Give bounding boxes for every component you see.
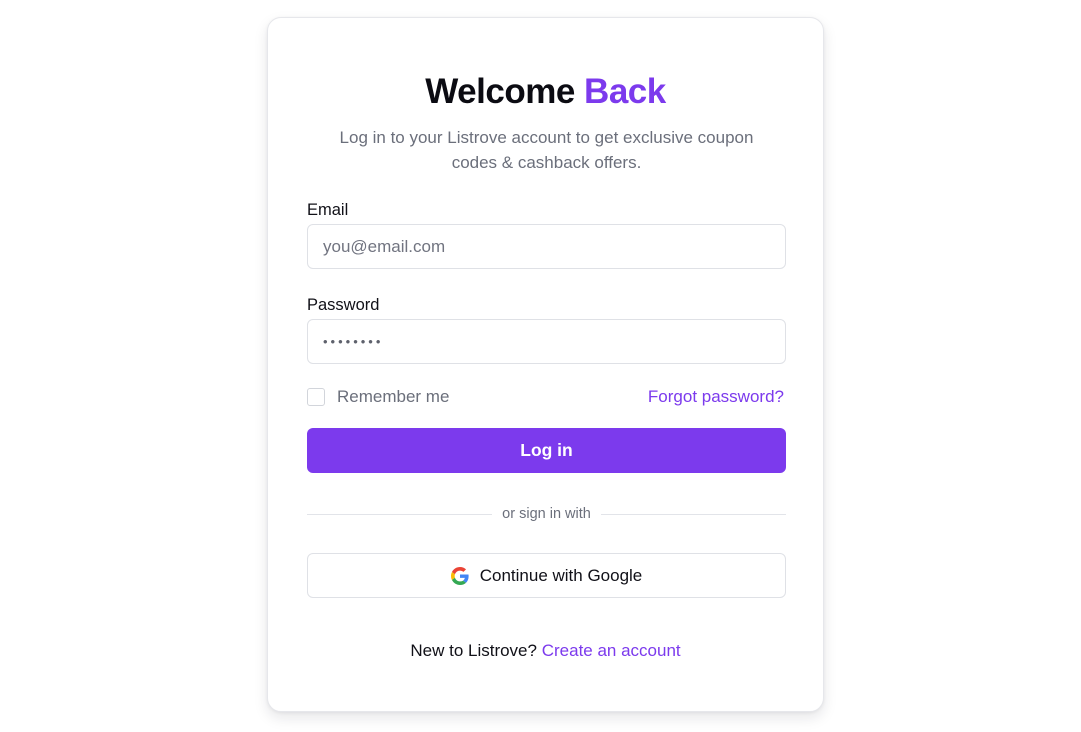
email-placeholder: you@email.com — [323, 236, 446, 256]
remember-checkbox[interactable] — [307, 388, 325, 406]
password-label: Password — [307, 296, 380, 314]
login-button[interactable]: Log in — [307, 428, 786, 473]
title-accent: Back — [584, 72, 666, 111]
title-main: Welcome — [425, 72, 575, 111]
email-field[interactable]: you@email.com — [307, 224, 786, 269]
sign-in-divider: or sign in with — [307, 503, 786, 525]
password-value: •••••••• — [323, 334, 384, 349]
create-account-link[interactable]: Create an account — [542, 641, 681, 660]
signup-prompt-text: New to Listrove? — [410, 641, 537, 660]
google-label: Continue with Google — [479, 565, 643, 585]
password-field[interactable]: •••••••• — [307, 319, 786, 364]
remember-label: Remember me — [337, 387, 450, 406]
page-title: Welcome Back — [268, 70, 823, 114]
google-icon — [450, 566, 469, 585]
page-subtitle: Log in to your Listrove account to get e… — [339, 128, 754, 172]
google-sign-in-button[interactable]: Continue with Google — [307, 553, 786, 598]
login-card: Welcome Back Log in to your Listrove acc… — [267, 17, 824, 712]
divider-text: or sign in with — [502, 506, 591, 522]
divider-line-right — [600, 513, 786, 515]
forgot-password-link[interactable]: Forgot password? — [648, 387, 784, 407]
signup-prompt: New to Listrove? Create an account — [268, 641, 823, 661]
divider-line-left — [307, 513, 493, 515]
remember-me[interactable]: Remember me — [307, 387, 449, 407]
email-label: Email — [307, 201, 349, 219]
